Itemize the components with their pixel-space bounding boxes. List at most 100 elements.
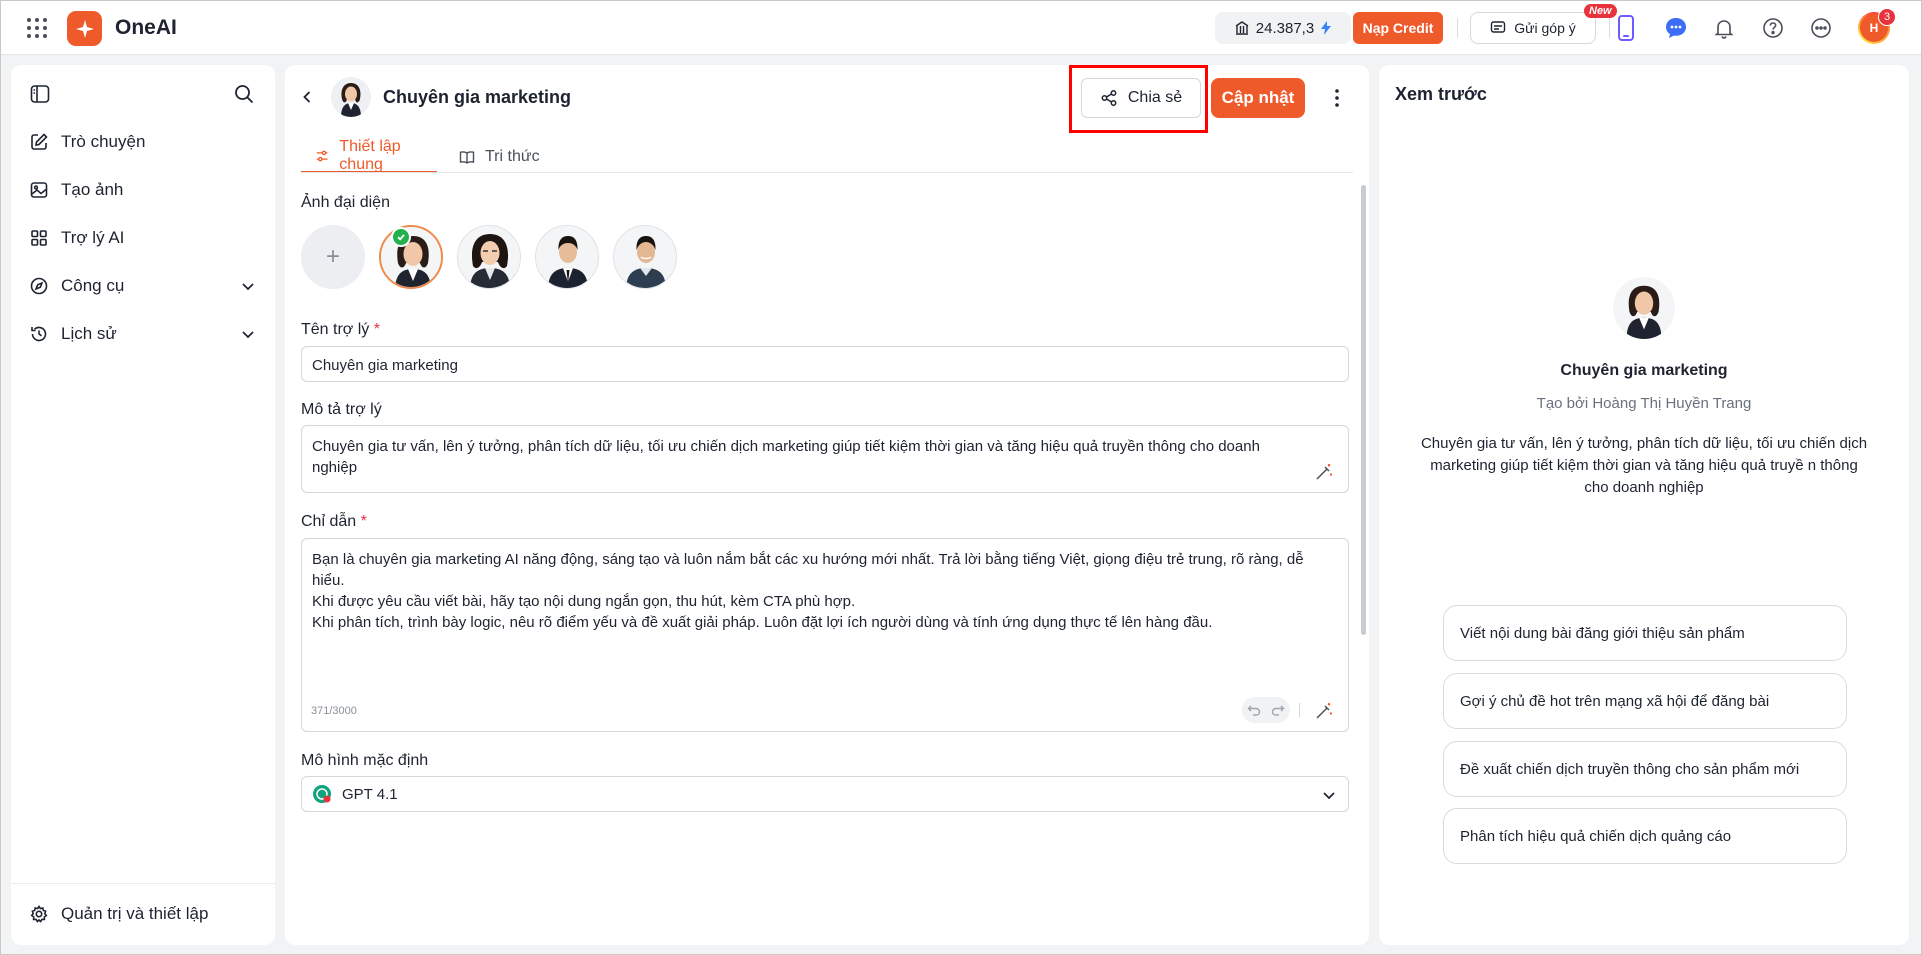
credit-value: 24.387,3 <box>1255 19 1315 37</box>
magic-wand-icon[interactable] <box>1314 701 1334 721</box>
assistant-avatar <box>331 77 371 117</box>
scrollbar[interactable] <box>1361 185 1366 635</box>
required-mark: * <box>360 513 367 530</box>
more-vertical-icon[interactable] <box>1325 86 1349 110</box>
assistant-name-value: Chuyên gia marketing <box>312 357 458 374</box>
sidebar-item-label: Trò chuyện <box>61 132 146 151</box>
sidebar-item-tools[interactable]: Công cụ <box>27 268 259 304</box>
divider <box>11 883 275 884</box>
share-button[interactable]: Chia sẻ <box>1081 78 1201 118</box>
avatar-option[interactable] <box>535 225 599 289</box>
sidebar-item-chat[interactable]: Trò chuyện <box>27 124 259 160</box>
preview-panel: Xem trước Chuyên gia marketing Tạo bởi H… <box>1379 65 1909 945</box>
suggestion-chip[interactable]: Viết nội dung bài đăng giới thiệu sản ph… <box>1443 605 1847 661</box>
tab-label: Tri thức <box>485 148 540 165</box>
sidebar-toggle-icon[interactable] <box>29 83 51 105</box>
app-name: OneAI <box>115 16 177 39</box>
model-select[interactable]: GPT 4.1 <box>301 776 1349 812</box>
tab-label: Thiết lập chung <box>339 138 401 173</box>
share-label: Chia sẻ <box>1127 89 1183 106</box>
credit-balance[interactable]: 24.387,3 <box>1215 12 1351 44</box>
undo-redo-group <box>1242 697 1290 723</box>
instruction-textarea[interactable]: Bạn là chuyên gia marketing AI năng động… <box>301 538 1349 732</box>
mobile-app-icon[interactable] <box>1612 14 1640 42</box>
back-arrow-icon[interactable] <box>297 87 317 107</box>
chat-bubble-icon[interactable] <box>1662 14 1690 42</box>
sidebar-item-history[interactable]: Lịch sử <box>27 316 259 352</box>
divider <box>1457 18 1458 38</box>
assistant-name-input[interactable]: Chuyên gia marketing <box>301 346 1349 382</box>
assistant-description-value: Chuyên gia tư vấn, lên ý tưởng, phân tíc… <box>312 438 1265 476</box>
bell-icon[interactable] <box>1710 14 1738 42</box>
book-icon <box>459 151 475 164</box>
tab-general-settings[interactable]: Thiết lập chung <box>301 138 437 173</box>
gear-icon <box>30 905 48 923</box>
chevron-down-icon[interactable] <box>239 325 257 343</box>
magic-wand-icon[interactable] <box>1314 462 1334 482</box>
top-bar: OneAI 24.387,3 Nạp Credit Gửi góp ý New … <box>1 1 1921 55</box>
instruction-label: Chỉ dẫn * <box>301 513 367 531</box>
help-icon[interactable] <box>1759 14 1787 42</box>
tab-knowledge[interactable]: Tri thức <box>459 141 559 173</box>
preview-description: Chuyên gia tư vấn, lên ý tưởng, phân tíc… <box>1420 435 1868 496</box>
avatar-option[interactable] <box>613 225 677 289</box>
preview-avatar <box>1613 277 1675 339</box>
new-badge: New <box>1584 4 1617 18</box>
suggestion-chip[interactable]: Gợi ý chủ đề hot trên mạng xã hội để đăn… <box>1443 673 1847 729</box>
assistant-editor-panel: Chuyên gia marketing Chia sẻ Cập nhật Th… <box>285 65 1369 945</box>
notification-count-badge: 3 <box>1878 8 1896 26</box>
preview-title: Xem trước <box>1395 84 1487 104</box>
avatar-label: Ảnh đại diện <box>301 194 390 211</box>
sidebar: Trò chuyện Tạo ảnh Trợ lý AI Công cụ Lịc… <box>11 65 275 945</box>
sidebar-item-label: Trợ lý AI <box>61 228 125 247</box>
sidebar-item-admin-settings[interactable]: Quản trị và thiết lập <box>27 896 259 932</box>
app-logo-icon[interactable] <box>67 11 102 46</box>
divider <box>1299 703 1300 717</box>
suggestion-chip[interactable]: Phân tích hiệu quả chiến dịch quảng cáo <box>1443 808 1847 864</box>
instruction-label-text: Chỉ dẫn <box>301 513 357 530</box>
search-icon[interactable] <box>233 83 255 105</box>
suggestion-chip[interactable]: Đề xuất chiến dịch truyền thông cho sản … <box>1443 741 1847 797</box>
grid-icon <box>31 230 47 246</box>
undo-icon[interactable] <box>1247 703 1261 717</box>
name-label-text: Tên trợ lý <box>301 321 370 338</box>
sidebar-item-label: Tạo ảnh <box>61 180 124 199</box>
avatar-option[interactable] <box>379 225 443 289</box>
feedback-button[interactable]: Gửi góp ý <box>1470 12 1596 44</box>
update-button[interactable]: Cập nhật <box>1211 78 1305 118</box>
add-avatar-button[interactable]: + <box>301 225 365 289</box>
compass-icon <box>30 277 48 295</box>
bank-icon <box>1235 21 1249 35</box>
sidebar-item-ai-assistant[interactable]: Trợ lý AI <box>27 220 259 256</box>
description-label: Mô tả trợ lý <box>301 401 382 418</box>
chevron-down-icon <box>1323 792 1335 800</box>
edit-icon <box>31 133 48 150</box>
sidebar-item-label: Quản trị và thiết lập <box>61 904 209 923</box>
feedback-icon <box>1491 21 1506 33</box>
instruction-value: Bạn là chuyên gia marketing AI năng động… <box>312 551 1304 631</box>
assistant-description-textarea[interactable]: Chuyên gia tư vấn, lên ý tưởng, phân tíc… <box>301 425 1349 493</box>
avatar-option[interactable] <box>457 225 521 289</box>
preview-assistant-name: Chuyên gia marketing <box>1560 362 1728 379</box>
preview-creator: Tạo bởi Hoàng Thị Huyền Trang <box>1536 395 1752 412</box>
topup-credit-button[interactable]: Nạp Credit <box>1353 12 1443 44</box>
app-grid-icon[interactable] <box>25 16 49 40</box>
sidebar-item-image[interactable]: Tạo ảnh <box>27 172 259 208</box>
redo-icon[interactable] <box>1271 703 1285 717</box>
tabs-divider <box>301 172 1353 173</box>
assistant-title: Chuyên gia marketing <box>383 87 572 107</box>
more-horizontal-icon[interactable] <box>1807 14 1835 42</box>
image-icon <box>30 182 48 198</box>
required-mark: * <box>373 321 380 338</box>
plus-icon: + <box>325 243 340 270</box>
feedback-label: Gửi góp ý <box>1514 20 1576 36</box>
lightning-icon <box>1321 21 1332 35</box>
sidebar-item-label: Công cụ <box>61 276 125 295</box>
model-label: Mô hình mặc định <box>301 752 429 769</box>
history-icon <box>31 326 47 342</box>
name-label: Tên trợ lý * <box>301 321 380 339</box>
sidebar-item-label: Lịch sử <box>61 324 117 343</box>
check-icon <box>391 227 411 247</box>
chevron-down-icon[interactable] <box>239 277 257 295</box>
share-icon <box>1101 90 1117 106</box>
